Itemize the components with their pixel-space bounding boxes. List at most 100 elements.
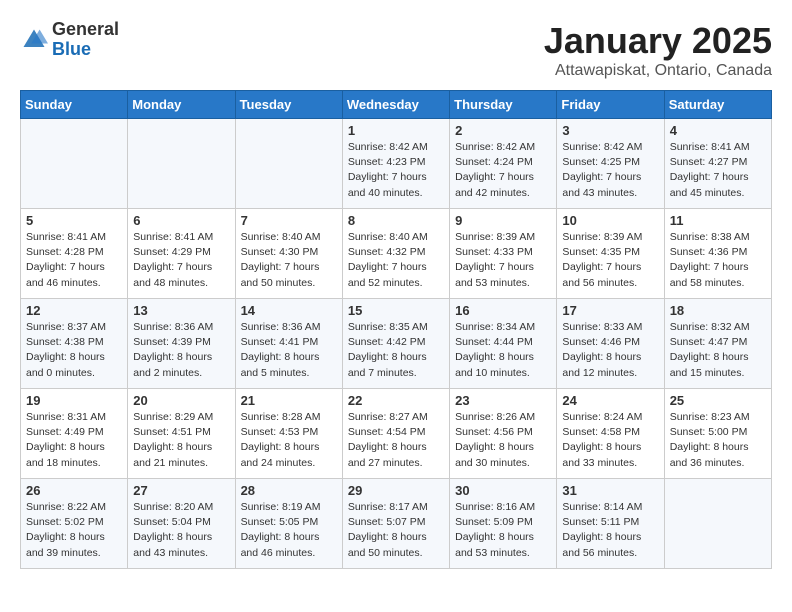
calendar-cell: [21, 119, 128, 209]
calendar-cell: 6Sunrise: 8:41 AM Sunset: 4:29 PM Daylig…: [128, 209, 235, 299]
day-number: 12: [26, 303, 122, 318]
weekday-header-wednesday: Wednesday: [342, 91, 449, 119]
calendar-cell: [128, 119, 235, 209]
calendar-cell: 28Sunrise: 8:19 AM Sunset: 5:05 PM Dayli…: [235, 479, 342, 569]
day-number: 24: [562, 393, 658, 408]
cell-content: Sunrise: 8:34 AM Sunset: 4:44 PM Dayligh…: [455, 320, 551, 381]
calendar-cell: 29 Sunrise: 8:17 AM Sunset: 5:07 PM Dayli…: [342, 479, 449, 569]
day-number: 23: [455, 393, 551, 408]
calendar-cell: 3 Sunrise: 8:42 AM Sunset: 4:25 PM Daylig…: [557, 119, 664, 209]
day-number: 1: [348, 123, 444, 138]
calendar-cell: 15Sunrise: 8:35 AM Sunset: 4:42 PM Dayli…: [342, 299, 449, 389]
day-number: 16: [455, 303, 551, 318]
day-number: 28: [241, 483, 337, 498]
cell-content: Sunrise: 8:41 AM Sunset: 4:28 PM Dayligh…: [26, 230, 122, 291]
calendar-cell: [664, 479, 771, 569]
day-number: 9: [455, 213, 551, 228]
logo-general: General: [52, 19, 119, 39]
calendar-cell: 21 Sunrise: 8:28 AM Sunset: 4:53 PM Dayli…: [235, 389, 342, 479]
calendar-week-2: 12 Sunrise: 8:37 AM Sunset: 4:38 PM Dayli…: [21, 299, 772, 389]
cell-content: Sunrise: 8:31 AM Sunset: 4:49 PM Dayligh…: [26, 410, 122, 471]
day-number: 4: [670, 123, 766, 138]
day-number: 27: [133, 483, 229, 498]
calendar-week-4: 26Sunrise: 8:22 AM Sunset: 5:02 PM Dayli…: [21, 479, 772, 569]
cell-content: Sunrise: 8:42 AM Sunset: 4:25 PM Dayligh…: [562, 140, 658, 201]
calendar-cell: 14 Sunrise: 8:36 AM Sunset: 4:41 PM Dayli…: [235, 299, 342, 389]
cell-content: Sunrise: 8:40 AM Sunset: 4:30 PM Dayligh…: [241, 230, 337, 291]
day-number: 29: [348, 483, 444, 498]
day-number: 25: [670, 393, 766, 408]
calendar-week-3: 19 Sunrise: 8:31 AM Sunset: 4:49 PM Dayli…: [21, 389, 772, 479]
calendar-body: 1 Sunrise: 8:42 AM Sunset: 4:23 PM Daylig…: [21, 119, 772, 569]
day-number: 21: [241, 393, 337, 408]
day-number: 14: [241, 303, 337, 318]
day-number: 13: [133, 303, 229, 318]
weekday-header-sunday: Sunday: [21, 91, 128, 119]
calendar-week-0: 1 Sunrise: 8:42 AM Sunset: 4:23 PM Daylig…: [21, 119, 772, 209]
cell-content: Sunrise: 8:41 AM Sunset: 4:29 PM Dayligh…: [133, 230, 229, 291]
weekday-header-tuesday: Tuesday: [235, 91, 342, 119]
calendar-cell: 9 Sunrise: 8:39 AM Sunset: 4:33 PM Daylig…: [450, 209, 557, 299]
calendar-cell: 4 Sunrise: 8:41 AM Sunset: 4:27 PM Daylig…: [664, 119, 771, 209]
calendar-subtitle: Attawapiskat, Ontario, Canada: [544, 62, 772, 80]
calendar-cell: 7 Sunrise: 8:40 AM Sunset: 4:30 PM Daylig…: [235, 209, 342, 299]
day-number: 18: [670, 303, 766, 318]
cell-content: Sunrise: 8:42 AM Sunset: 4:24 PM Dayligh…: [455, 140, 551, 201]
cell-content: Sunrise: 8:27 AM Sunset: 4:54 PM Dayligh…: [348, 410, 444, 471]
day-number: 3: [562, 123, 658, 138]
weekday-header-monday: Monday: [128, 91, 235, 119]
calendar-cell: 19 Sunrise: 8:31 AM Sunset: 4:49 PM Dayli…: [21, 389, 128, 479]
calendar-cell: 12 Sunrise: 8:37 AM Sunset: 4:38 PM Dayli…: [21, 299, 128, 389]
calendar-cell: 25 Sunrise: 8:23 AM Sunset: 5:00 PM Dayli…: [664, 389, 771, 479]
cell-content: Sunrise: 8:40 AM Sunset: 4:32 PM Dayligh…: [348, 230, 444, 291]
calendar-cell: 13 Sunrise: 8:36 AM Sunset: 4:39 PM Dayli…: [128, 299, 235, 389]
calendar-cell: 1 Sunrise: 8:42 AM Sunset: 4:23 PM Daylig…: [342, 119, 449, 209]
calendar-cell: 16 Sunrise: 8:34 AM Sunset: 4:44 PM Dayli…: [450, 299, 557, 389]
day-number: 19: [26, 393, 122, 408]
calendar-cell: 23 Sunrise: 8:26 AM Sunset: 4:56 PM Dayli…: [450, 389, 557, 479]
day-number: 31: [562, 483, 658, 498]
calendar-cell: 11Sunrise: 8:38 AM Sunset: 4:36 PM Dayli…: [664, 209, 771, 299]
day-number: 7: [241, 213, 337, 228]
cell-content: Sunrise: 8:36 AM Sunset: 4:39 PM Dayligh…: [133, 320, 229, 381]
logo-blue: Blue: [52, 39, 91, 59]
weekday-header-friday: Friday: [557, 91, 664, 119]
calendar-title: January 2025: [544, 20, 772, 62]
calendar-week-1: 5Sunrise: 8:41 AM Sunset: 4:28 PM Daylig…: [21, 209, 772, 299]
calendar-cell: 24 Sunrise: 8:24 AM Sunset: 4:58 PM Dayli…: [557, 389, 664, 479]
day-number: 11: [670, 213, 766, 228]
day-number: 8: [348, 213, 444, 228]
logo-icon: [20, 26, 48, 54]
cell-content: Sunrise: 8:24 AM Sunset: 4:58 PM Dayligh…: [562, 410, 658, 471]
logo: General Blue: [20, 20, 119, 60]
page-header: General Blue January 2025 Attawapiskat, …: [20, 20, 772, 80]
cell-content: Sunrise: 8:26 AM Sunset: 4:56 PM Dayligh…: [455, 410, 551, 471]
calendar-cell: 27Sunrise: 8:20 AM Sunset: 5:04 PM Dayli…: [128, 479, 235, 569]
calendar-cell: 2 Sunrise: 8:42 AM Sunset: 4:24 PM Daylig…: [450, 119, 557, 209]
cell-content: Sunrise: 8:42 AM Sunset: 4:23 PM Dayligh…: [348, 140, 444, 201]
weekday-header-thursday: Thursday: [450, 91, 557, 119]
calendar-cell: [235, 119, 342, 209]
cell-content: Sunrise: 8:29 AM Sunset: 4:51 PM Dayligh…: [133, 410, 229, 471]
day-number: 22: [348, 393, 444, 408]
cell-content: Sunrise: 8:33 AM Sunset: 4:46 PM Dayligh…: [562, 320, 658, 381]
day-number: 30: [455, 483, 551, 498]
cell-content: Sunrise: 8:36 AM Sunset: 4:41 PM Dayligh…: [241, 320, 337, 381]
cell-content: Sunrise: 8:28 AM Sunset: 4:53 PM Dayligh…: [241, 410, 337, 471]
cell-content: Sunrise: 8:14 AM Sunset: 5:11 PM Dayligh…: [562, 500, 658, 561]
cell-content: Sunrise: 8:41 AM Sunset: 4:27 PM Dayligh…: [670, 140, 766, 201]
cell-content: Sunrise: 8:32 AM Sunset: 4:47 PM Dayligh…: [670, 320, 766, 381]
calendar-cell: 31 Sunrise: 8:14 AM Sunset: 5:11 PM Dayli…: [557, 479, 664, 569]
cell-content: Sunrise: 8:17 AM Sunset: 5:07 PM Dayligh…: [348, 500, 444, 561]
weekday-header-saturday: Saturday: [664, 91, 771, 119]
day-number: 10: [562, 213, 658, 228]
calendar-cell: 18 Sunrise: 8:32 AM Sunset: 4:47 PM Dayli…: [664, 299, 771, 389]
cell-content: Sunrise: 8:23 AM Sunset: 5:00 PM Dayligh…: [670, 410, 766, 471]
calendar-table: SundayMondayTuesdayWednesdayThursdayFrid…: [20, 90, 772, 569]
day-number: 2: [455, 123, 551, 138]
cell-content: Sunrise: 8:39 AM Sunset: 4:33 PM Dayligh…: [455, 230, 551, 291]
cell-content: Sunrise: 8:37 AM Sunset: 4:38 PM Dayligh…: [26, 320, 122, 381]
cell-content: Sunrise: 8:35 AM Sunset: 4:42 PM Dayligh…: [348, 320, 444, 381]
calendar-cell: 20Sunrise: 8:29 AM Sunset: 4:51 PM Dayli…: [128, 389, 235, 479]
calendar-header: SundayMondayTuesdayWednesdayThursdayFrid…: [21, 91, 772, 119]
